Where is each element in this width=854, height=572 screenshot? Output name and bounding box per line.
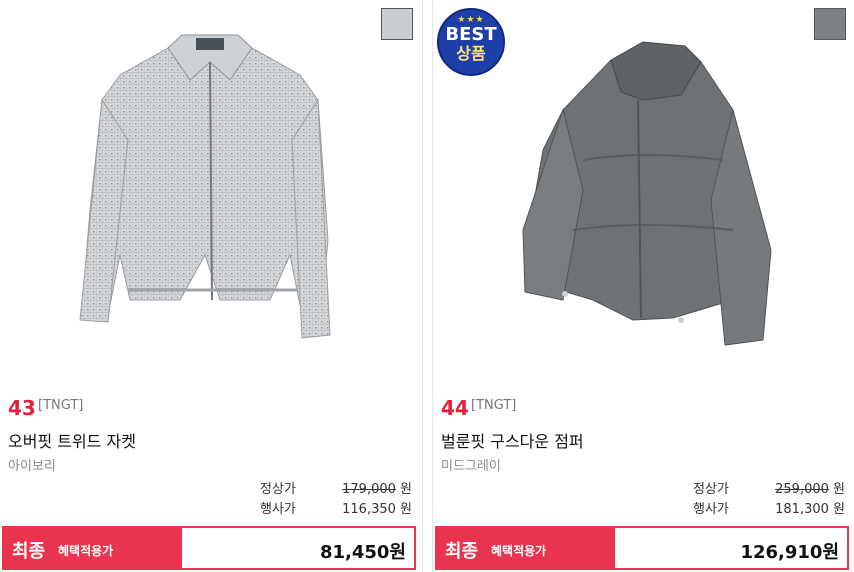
tweed-jacket-image — [79, 34, 331, 339]
final-label: 최종 — [445, 541, 479, 562]
final-price-tag: 최종 혜택적용가 — [4, 528, 182, 568]
final-label: 최종 — [12, 541, 46, 562]
event-price-value: 116,350 원 — [342, 502, 412, 517]
best-badge-text: BEST — [445, 24, 497, 45]
event-price-value: 181,300 원 — [775, 502, 845, 517]
rank-number: 43 — [8, 396, 36, 420]
final-price-bar[interactable]: 최종 혜택적용가 81,450원 — [2, 526, 416, 570]
product-name[interactable]: 오버핏 트위드 자켓 — [8, 428, 136, 452]
event-price-label: 행사가 — [693, 502, 729, 517]
product-image[interactable] — [0, 0, 422, 385]
best-badge-sub: 상품 — [456, 44, 486, 63]
product-card[interactable]: ★★★ BEST 상품 44 [TNGT] 벌룬핏 구스다운 점퍼 미드그레이 … — [432, 0, 854, 572]
regular-price-value: 179,000 원 — [342, 482, 412, 497]
final-price-bar[interactable]: 최종 혜택적용가 126,910원 — [435, 526, 849, 570]
regular-price-label: 정상가 — [260, 482, 296, 497]
final-price-value: 126,910원 — [740, 542, 839, 563]
product-name[interactable]: 벌룬핏 구스다운 점퍼 — [441, 428, 584, 452]
best-product-badge: ★★★ BEST 상품 — [437, 8, 505, 76]
final-sub-label: 혜택적용가 — [58, 544, 114, 558]
color-swatch[interactable] — [381, 8, 413, 40]
event-price-label: 행사가 — [260, 502, 296, 517]
brand-label: [TNGT] — [38, 398, 84, 413]
brand-label: [TNGT] — [471, 398, 517, 413]
final-price-value: 81,450원 — [319, 542, 406, 563]
final-sub-label: 혜택적용가 — [491, 544, 547, 558]
final-price-tag: 최종 혜택적용가 — [437, 528, 615, 568]
product-color: 미드그레이 — [441, 459, 501, 474]
product-color: 아이보리 — [8, 459, 56, 474]
product-card[interactable]: 43 [TNGT] 오버핏 트위드 자켓 아이보리 정상가 179,000 원 … — [0, 0, 423, 572]
rank-number: 44 — [441, 396, 469, 420]
regular-price-value: 259,000 원 — [775, 482, 845, 497]
regular-price-label: 정상가 — [693, 482, 729, 497]
color-swatch[interactable] — [814, 8, 846, 40]
